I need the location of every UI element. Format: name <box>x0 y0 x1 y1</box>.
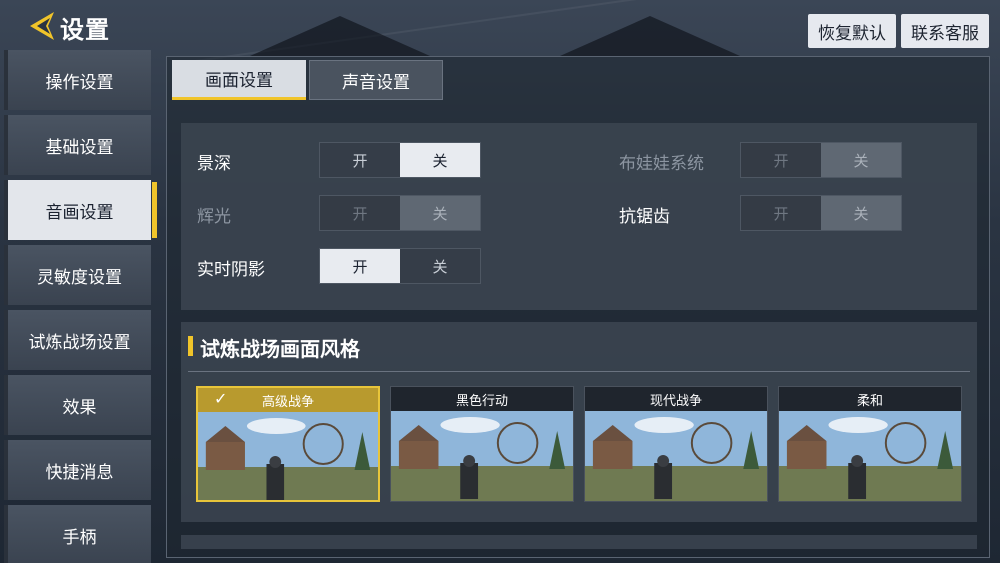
sidebar-item-label: 灵敏度设置 <box>37 267 122 288</box>
ragdoll-label: 布娃娃系统 <box>619 154 704 174</box>
sidebar-item-label: 操作设置 <box>45 72 114 93</box>
toggle-off-option[interactable]: 关 <box>400 143 480 177</box>
toggle-off-option[interactable]: 关 <box>821 196 901 230</box>
style-card-advanced-warfare[interactable]: ✓ 高级战争 <box>196 386 380 502</box>
background-shape <box>560 16 740 56</box>
section-title: 试炼战场画面风格 <box>200 337 360 361</box>
toggle-off-option: 关 <box>821 143 901 177</box>
style-card-label: 现代战争 <box>649 393 702 409</box>
tab-sound-settings[interactable]: 声音设置 <box>309 60 443 100</box>
back-button[interactable] <box>24 8 60 44</box>
ragdoll-toggle: 开 关 <box>740 142 902 178</box>
sidebar-item-trial-battlefield[interactable]: 试炼战场设置 <box>4 310 151 370</box>
sidebar-item-label: 手柄 <box>62 527 97 548</box>
realtime-shadow-toggle[interactable]: 开 关 <box>319 248 481 284</box>
bloom-label: 辉光 <box>197 207 231 227</box>
scene-preview-image <box>585 411 767 501</box>
toggle-on-option[interactable]: 开 <box>320 143 400 177</box>
style-card-label: 柔和 <box>856 393 883 409</box>
background-shape <box>250 16 430 56</box>
style-card-header: 柔和 <box>779 387 961 411</box>
scene-preview-image <box>198 412 378 500</box>
sidebar-item-controls[interactable]: 操作设置 <box>4 50 151 110</box>
sidebar-item-effects[interactable]: 效果 <box>4 375 151 435</box>
section-accent-bar <box>188 336 193 356</box>
toggle-off-option[interactable]: 关 <box>400 249 480 283</box>
sidebar-item-audio-visual[interactable]: 音画设置 <box>4 180 157 240</box>
depth-of-field-label: 景深 <box>197 154 231 174</box>
style-card-soft[interactable]: 柔和 <box>778 386 962 502</box>
toggle-on-option[interactable]: 开 <box>741 196 821 230</box>
sidebar-item-basic[interactable]: 基础设置 <box>4 115 151 175</box>
bloom-toggle: 开 关 <box>319 195 481 231</box>
reset-default-button[interactable]: 恢复默认 <box>808 14 896 48</box>
style-card-modern-warfare[interactable]: 现代战争 <box>584 386 768 502</box>
sidebar-item-label: 试炼战场设置 <box>28 332 131 353</box>
scene-preview-image <box>779 411 961 501</box>
contact-support-button[interactable]: 联系客服 <box>901 14 989 48</box>
antialiasing-toggle[interactable]: 开 关 <box>740 195 902 231</box>
style-card-label: 高级战争 <box>261 394 314 410</box>
style-card-black-ops[interactable]: 黑色行动 <box>390 386 574 502</box>
toggle-on-option: 开 <box>741 143 821 177</box>
sidebar-item-label: 快捷消息 <box>45 462 114 483</box>
sidebar-item-label: 基础设置 <box>45 137 114 158</box>
sidebar-item-label: 音画设置 <box>45 202 114 223</box>
sidebar-item-controller[interactable]: 手柄 <box>4 505 151 563</box>
style-card-header: 黑色行动 <box>391 387 573 411</box>
next-section-edge <box>181 535 977 549</box>
sidebar-item-sensitivity[interactable]: 灵敏度设置 <box>4 245 151 305</box>
sidebar-item-label: 效果 <box>62 397 97 418</box>
sidebar-item-quick-messages[interactable]: 快捷消息 <box>4 440 151 500</box>
toggle-off-option: 关 <box>400 196 480 230</box>
depth-of-field-toggle[interactable]: 开 关 <box>319 142 481 178</box>
scene-preview-image <box>391 411 573 501</box>
realtime-shadow-label: 实时阴影 <box>197 260 265 280</box>
back-arrow-icon <box>30 12 54 40</box>
style-card-label: 黑色行动 <box>455 393 508 409</box>
toggle-on-option: 开 <box>320 196 400 230</box>
style-card-header: 现代战争 <box>585 387 767 411</box>
antialiasing-label: 抗锯齿 <box>619 207 670 227</box>
toggle-on-option[interactable]: 开 <box>320 249 400 283</box>
tab-display-settings[interactable]: 画面设置 <box>172 60 306 100</box>
checkmark-icon: ✓ <box>214 389 228 408</box>
style-card-header: ✓ 高级战争 <box>198 388 378 412</box>
section-divider <box>188 371 970 372</box>
page-title: 设置 <box>60 16 110 44</box>
